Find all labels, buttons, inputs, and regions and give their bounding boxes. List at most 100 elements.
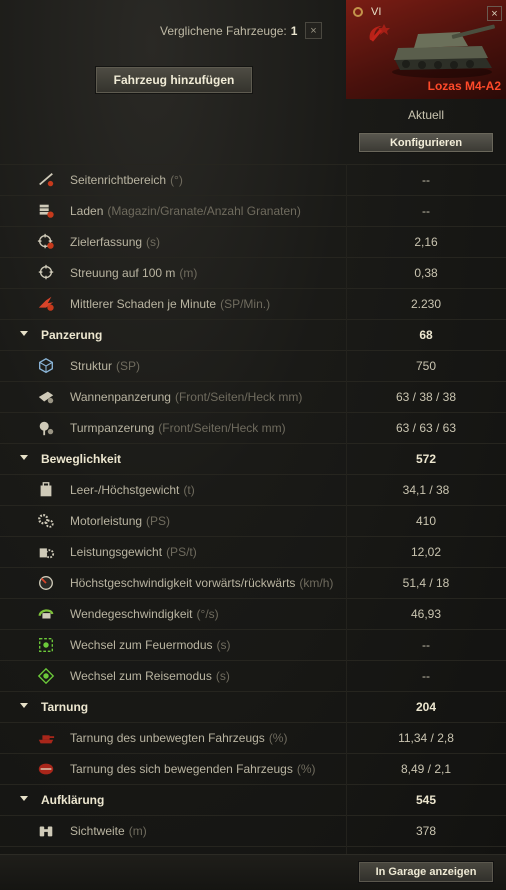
category-row: Panzerung 68 bbox=[0, 319, 506, 350]
stat-value: 410 bbox=[415, 514, 437, 528]
stat-label: Tarnung des unbewegten Fahrzeugs (%) bbox=[70, 731, 287, 745]
stat-row: Streuung auf 100 m (m) 0,38 bbox=[0, 257, 506, 288]
stat-row: Wannenpanzerung (Front/Seiten/Heck mm) 63 … bbox=[0, 381, 506, 412]
category-label[interactable]: Panzerung bbox=[41, 328, 102, 342]
damage-per-minute-icon bbox=[38, 296, 54, 311]
stat-unit: (SP/Min.) bbox=[220, 297, 271, 311]
stat-row: Sichtweite (m) 378 bbox=[0, 815, 506, 846]
stat-name: Tarnung des unbewegten Fahrzeugs bbox=[70, 731, 265, 745]
stat-unit: (°/s) bbox=[196, 607, 219, 621]
stat-name: Struktur bbox=[70, 359, 113, 373]
remove-all-button[interactable]: × bbox=[305, 22, 322, 39]
stat-row: Leer-/Höchstgewicht (t) 34,1 / 38 bbox=[0, 474, 506, 505]
stat-row: Wendegeschwindigkeit (°/s) 46,93 bbox=[0, 598, 506, 629]
stat-name: Wannenpanzerung bbox=[70, 390, 171, 404]
camo-moving-icon bbox=[38, 763, 54, 775]
weight-icon bbox=[40, 482, 52, 497]
vehicle-tier: VI bbox=[371, 6, 382, 18]
compared-vehicles-count: 1 bbox=[290, 24, 298, 38]
stat-row: Struktur (SP) 750 bbox=[0, 350, 506, 381]
stat-unit: (%) bbox=[296, 762, 316, 776]
dispersion-icon bbox=[38, 264, 54, 280]
stat-name: Wechsel zum Reisemodus bbox=[70, 669, 212, 683]
stat-name: Turmpanzerung bbox=[70, 421, 155, 435]
category-label[interactable]: Aufklärung bbox=[41, 793, 104, 807]
compared-vehicles-label: Verglichene Fahrzeuge: 1 bbox=[160, 24, 297, 38]
power-weight-icon bbox=[39, 548, 55, 559]
chevron-down-icon[interactable] bbox=[20, 703, 28, 708]
aim-time-icon bbox=[37, 233, 54, 249]
stat-label: Leer-/Höchstgewicht (t) bbox=[70, 483, 195, 497]
category-row: Tarnung 204 bbox=[0, 691, 506, 722]
category-value: 572 bbox=[415, 452, 437, 466]
stat-name: Streuung auf 100 m bbox=[70, 266, 176, 280]
stat-row: Seitenrichtbereich (°) -- bbox=[0, 164, 506, 195]
chevron-down-icon[interactable] bbox=[20, 796, 28, 801]
stat-value: 750 bbox=[415, 359, 437, 373]
stat-label: Sichtweite (m) bbox=[70, 824, 147, 838]
category-row: Aufklärung 545 bbox=[0, 784, 506, 815]
stat-label: Tarnung des sich bewegenden Fahrzeugs (%) bbox=[70, 762, 316, 776]
compared-vehicles-text: Verglichene Fahrzeuge: bbox=[160, 24, 287, 38]
stat-value: 2.230 bbox=[410, 297, 442, 311]
stat-label: Struktur (SP) bbox=[70, 359, 140, 373]
show-in-garage-button[interactable]: In Garage anzeigen bbox=[358, 861, 494, 883]
stat-unit: (m) bbox=[179, 266, 198, 280]
stat-name: Motorleistung bbox=[70, 514, 143, 528]
stat-name: Laden bbox=[70, 204, 104, 218]
stat-label: Turmpanzerung (Front/Seiten/Heck mm) bbox=[70, 421, 286, 435]
stat-value: -- bbox=[422, 638, 430, 652]
stat-name: Höchstgeschwindigkeit vorwärts/rückwärts bbox=[70, 576, 296, 590]
stat-name: Seitenrichtbereich bbox=[70, 173, 167, 187]
travel-mode-icon bbox=[37, 667, 55, 685]
stat-unit: (%) bbox=[268, 731, 288, 745]
category-value: 545 bbox=[415, 793, 437, 807]
category-value: 204 bbox=[415, 700, 437, 714]
stat-name: Leistungsgewicht bbox=[70, 545, 163, 559]
stat-row: Tarnung des unbewegten Fahrzeugs (%) 11,34… bbox=[0, 722, 506, 753]
stat-label: Leistungsgewicht (PS/t) bbox=[70, 545, 197, 559]
category-row: Beweglichkeit 572 bbox=[0, 443, 506, 474]
stat-unit: (PS) bbox=[146, 514, 171, 528]
stat-name: Wendegeschwindigkeit bbox=[70, 607, 193, 621]
speed-icon bbox=[39, 576, 53, 590]
stat-row: Laden (Magazin/Granate/Anzahl Granaten) -- bbox=[0, 195, 506, 226]
stat-unit: (t) bbox=[183, 483, 195, 497]
stat-label: Zielerfassung (s) bbox=[70, 235, 160, 249]
stat-value: 51,4 / 18 bbox=[402, 576, 450, 590]
stat-name: Zielerfassung bbox=[70, 235, 143, 249]
category-label[interactable]: Tarnung bbox=[41, 700, 88, 714]
stat-label: Wechsel zum Feuermodus (s) bbox=[70, 638, 231, 652]
chevron-down-icon[interactable] bbox=[20, 455, 28, 460]
configure-button[interactable]: Konfigurieren bbox=[358, 132, 494, 153]
vehicle-name: Lozas M4-A2 bbox=[427, 79, 501, 93]
stat-value: 8,49 / 2,1 bbox=[400, 762, 452, 776]
stat-row: Tarnung des sich bewegenden Fahrzeugs (%)… bbox=[0, 753, 506, 784]
reload-icon bbox=[39, 204, 54, 218]
stat-value: 378 bbox=[415, 824, 437, 838]
close-icon[interactable]: × bbox=[487, 6, 502, 21]
stat-label: Laden (Magazin/Granate/Anzahl Granaten) bbox=[70, 204, 301, 218]
stats-list: Seitenrichtbereich (°) -- Laden (Magazin/Gra… bbox=[0, 164, 506, 877]
stat-value: -- bbox=[422, 204, 430, 218]
chevron-down-icon[interactable] bbox=[20, 331, 28, 336]
stat-label: Höchstgeschwindigkeit vorwärts/rückwärts… bbox=[70, 576, 333, 590]
vehicle-card[interactable]: VI × Lozas M4-A2 bbox=[346, 0, 506, 99]
view-range-icon bbox=[39, 826, 53, 837]
stat-name: Tarnung des sich bewegenden Fahrzeugs bbox=[70, 762, 293, 776]
stat-unit: (s) bbox=[216, 638, 231, 652]
stat-row: Mittlerer Schaden je Minute (SP/Min.) 2.23… bbox=[0, 288, 506, 319]
add-vehicle-button[interactable]: Fahrzeug hinzufügen bbox=[95, 66, 253, 94]
category-label[interactable]: Beweglichkeit bbox=[41, 452, 121, 466]
camo-still-icon bbox=[38, 735, 55, 744]
stat-label: Seitenrichtbereich (°) bbox=[70, 173, 183, 187]
stat-name: Mittlerer Schaden je Minute bbox=[70, 297, 217, 311]
column-divider bbox=[346, 164, 347, 854]
stat-value: 0,38 bbox=[414, 266, 438, 280]
stat-name: Wechsel zum Feuermodus bbox=[70, 638, 213, 652]
engine-icon bbox=[38, 514, 54, 528]
stat-unit: (SP) bbox=[116, 359, 141, 373]
traverse-icon bbox=[39, 173, 54, 187]
stat-row: Motorleistung (PS) 410 bbox=[0, 505, 506, 536]
stat-value: 63 / 63 / 63 bbox=[395, 421, 457, 435]
